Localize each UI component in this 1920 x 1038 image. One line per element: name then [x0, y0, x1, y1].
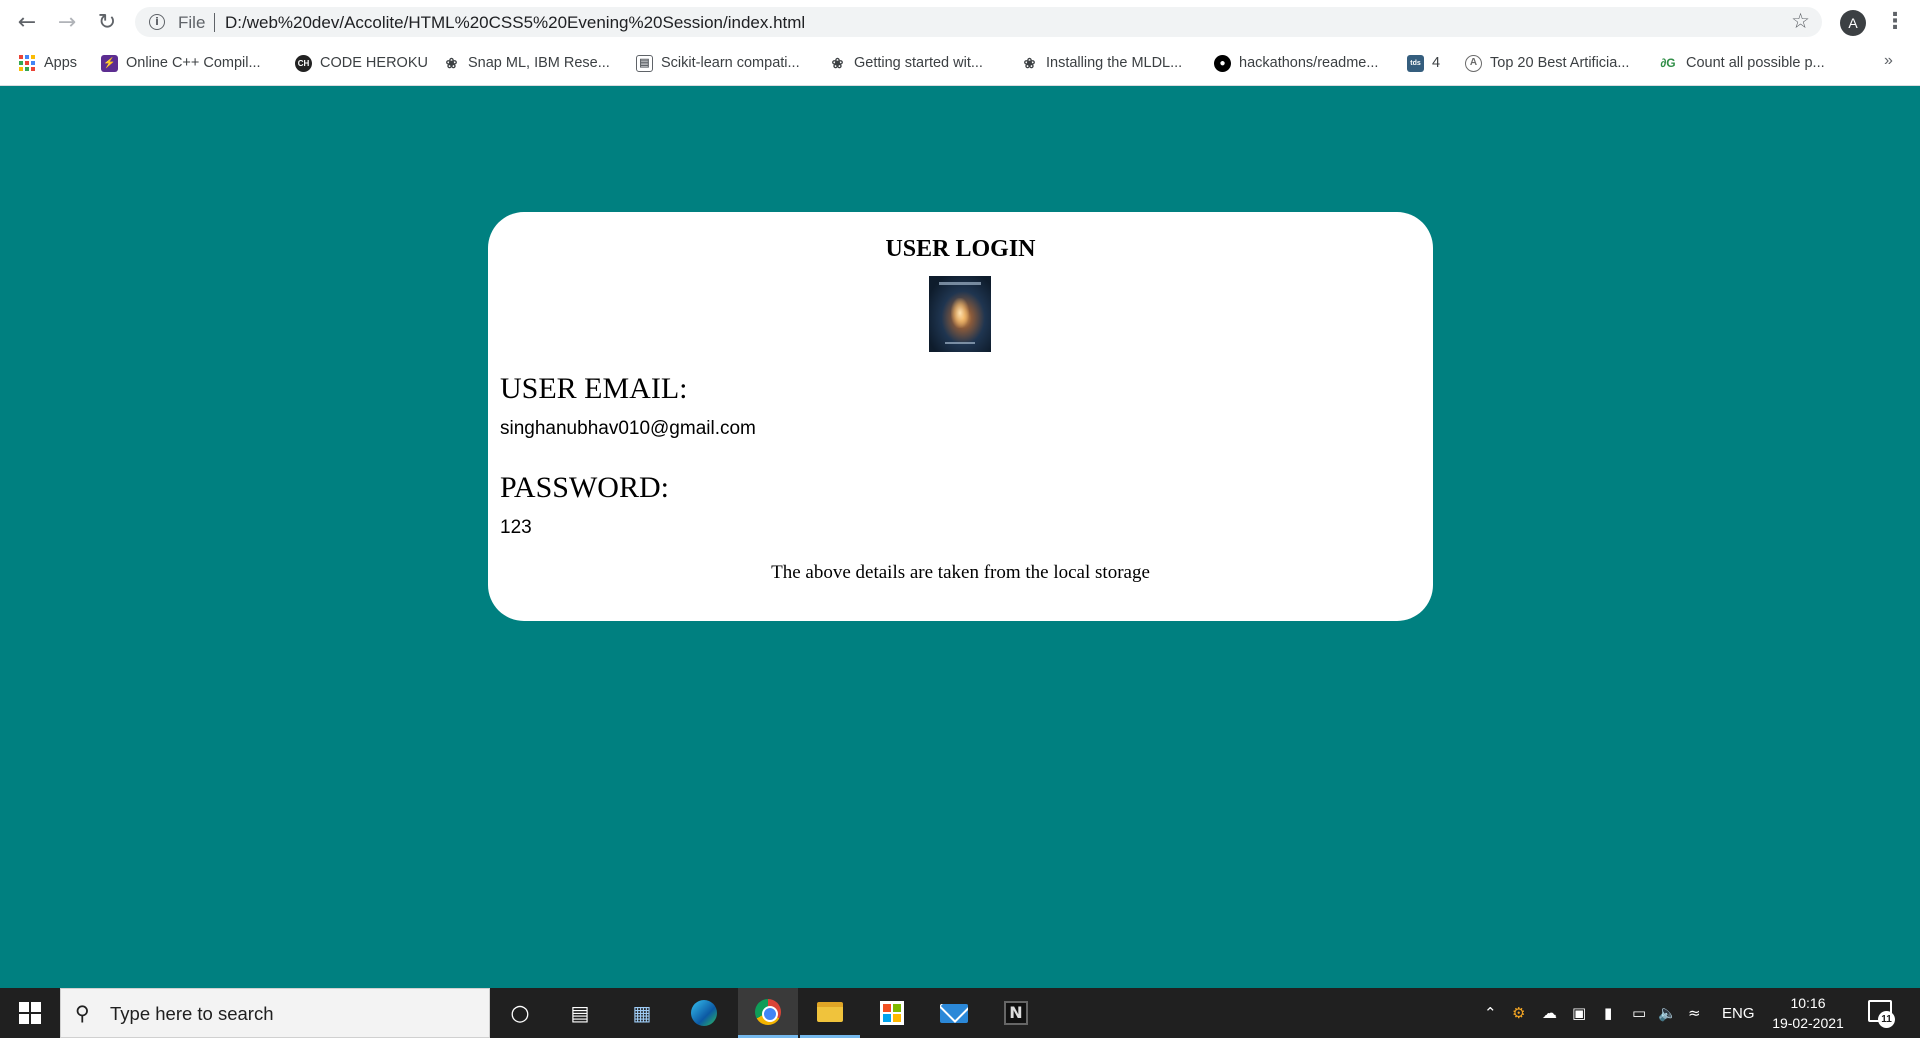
back-arrow-icon[interactable]: ←: [13, 8, 41, 36]
start-button[interactable]: [0, 988, 60, 1038]
ibm-bee-icon: ❀: [1023, 54, 1036, 71]
bookmark-hackathons[interactable]: ● hackathons/readme...: [1214, 51, 1378, 75]
bookmark-label: Count all possible p...: [1686, 55, 1825, 71]
notification-count-badge: 11: [1878, 1011, 1895, 1028]
analytics-icon: A: [1465, 54, 1482, 72]
bookmark-label: Scikit-learn compati...: [661, 55, 800, 71]
user-email-label: USER EMAIL:: [500, 372, 688, 405]
address-bar[interactable]: i File D:/web%20dev/Accolite/HTML%20CSS5…: [135, 7, 1822, 37]
n-app-icon[interactable]: N: [986, 988, 1046, 1038]
bookmarks-bar: Apps ⚡ Online C++ Compil... CH CODE HERO…: [0, 48, 1920, 78]
bookmark-top-20-ai[interactable]: A Top 20 Best Artificia...: [1465, 51, 1629, 75]
image-top-text: [939, 282, 981, 285]
windows-taskbar: ⚲ Type here to search ○ ▤ ▦ N ⌃ ⚙ ☁ ▣ ▮ …: [0, 988, 1920, 1038]
taskbar-search-box[interactable]: ⚲ Type here to search: [60, 988, 490, 1038]
image-bottom-text: [945, 342, 975, 344]
meet-now-icon[interactable]: ▣: [1572, 988, 1586, 1038]
windows-logo-icon: [19, 1002, 41, 1024]
tds-icon: tds: [1407, 54, 1424, 72]
bookmark-label: Online C++ Compil...: [126, 55, 261, 71]
bookmark-star-icon[interactable]: ☆: [1791, 9, 1810, 33]
bookmark-label: Installing the MLDL...: [1046, 55, 1183, 71]
ibm-bee-icon: ❀: [445, 54, 458, 71]
bookmark-code-heroku[interactable]: CH CODE HEROKU: [295, 51, 428, 75]
volume-icon[interactable]: 🔈: [1658, 988, 1677, 1038]
security-alert-icon[interactable]: ⚙: [1512, 988, 1525, 1038]
mail-icon[interactable]: [924, 988, 984, 1038]
wifi-icon[interactable]: ≈: [1688, 988, 1701, 1038]
apps-grid-icon: [19, 55, 35, 71]
bookmark-label: 4: [1432, 55, 1441, 71]
code-heroku-icon: CH: [295, 54, 312, 72]
bookmark-label: CODE HEROKU: [320, 55, 428, 71]
bookmark-label: hackathons/readme...: [1239, 55, 1379, 71]
url-text[interactable]: D:/web%20dev/Accolite/HTML%20CSS5%20Even…: [225, 13, 805, 33]
onedrive-icon[interactable]: ☁: [1542, 988, 1557, 1038]
bookmark-label: Top 20 Best Artificia...: [1490, 55, 1630, 71]
file-scheme-label: File: [178, 13, 206, 32]
user-email-value: singhanubhav010@gmail.com: [500, 418, 756, 439]
bookmark-label: Apps: [44, 55, 78, 71]
page-title: USER LOGIN: [885, 236, 1036, 262]
address-separator: [214, 13, 215, 32]
reload-icon[interactable]: ↻: [93, 8, 121, 36]
ibm-bee-icon: ❀: [831, 54, 844, 71]
lightning-icon: ⚡: [101, 54, 118, 72]
microsoft-store-icon[interactable]: [862, 988, 922, 1038]
clock-date: 19-02-2021: [1772, 1015, 1844, 1031]
chrome-browser-icon[interactable]: [738, 988, 798, 1038]
system-clock[interactable]: 10:16 19-02-2021: [1760, 993, 1856, 1033]
forward-arrow-icon[interactable]: →: [53, 8, 81, 36]
search-icon: ⚲: [75, 1001, 90, 1025]
bookmark-scikit-learn[interactable]: ▤ Scikit-learn compati...: [636, 51, 800, 75]
laptop-app-icon[interactable]: ▦: [612, 988, 672, 1038]
language-indicator[interactable]: ENG: [1722, 988, 1755, 1038]
bookmark-count-all-possible[interactable]: ∂G Count all possible p...: [1658, 51, 1825, 75]
show-hidden-icons-icon[interactable]: ⌃: [1484, 988, 1497, 1038]
bookmark-online-cpp[interactable]: ⚡ Online C++ Compil...: [101, 51, 261, 75]
image-glow: [951, 298, 969, 328]
login-image: [929, 276, 991, 352]
password-value: 123: [500, 517, 532, 538]
github-icon: ●: [1214, 54, 1231, 72]
bookmark-tds[interactable]: tds 4: [1407, 51, 1440, 75]
task-view-icon[interactable]: ▤: [550, 988, 610, 1038]
profile-avatar[interactable]: A: [1840, 10, 1866, 36]
browser-menu-icon[interactable]: ⋮: [1884, 9, 1906, 35]
file-explorer-icon[interactable]: [800, 988, 860, 1038]
info-icon[interactable]: i: [149, 14, 165, 30]
browser-toolbar: ← → ↻ i File D:/web%20dev/Accolite/HTML%…: [0, 0, 1920, 44]
search-placeholder: Type here to search: [110, 1003, 274, 1024]
edge-browser-icon[interactable]: [674, 988, 734, 1038]
password-label: PASSWORD:: [500, 471, 669, 504]
geeksforgeeks-icon: ∂G: [1660, 55, 1676, 70]
user-login-card: USER LOGIN USER EMAIL: singhanubhav010@g…: [488, 212, 1433, 621]
browser-chrome: ← → ↻ i File D:/web%20dev/Accolite/HTML%…: [0, 0, 1920, 86]
local-storage-note: The above details are taken from the loc…: [771, 562, 1150, 583]
bookmark-installing-mldl[interactable]: ❀ Installing the MLDL...: [1021, 51, 1183, 75]
bookmark-apps[interactable]: Apps: [19, 51, 77, 75]
book-icon: ▤: [636, 54, 653, 72]
bookmark-label: Snap ML, IBM Rese...: [468, 55, 610, 71]
bookmark-snap-ml[interactable]: ❀ Snap ML, IBM Rese...: [443, 51, 610, 75]
clock-time: 10:16: [1790, 995, 1826, 1011]
bookmark-getting-started[interactable]: ❀ Getting started wit...: [829, 51, 983, 75]
microphone-icon[interactable]: ▮: [1604, 988, 1612, 1038]
more-bookmarks-icon[interactable]: »: [1884, 52, 1893, 70]
cortana-icon[interactable]: ○: [490, 988, 550, 1038]
battery-icon[interactable]: ▭: [1632, 988, 1646, 1038]
bookmark-label: Getting started wit...: [854, 55, 983, 71]
